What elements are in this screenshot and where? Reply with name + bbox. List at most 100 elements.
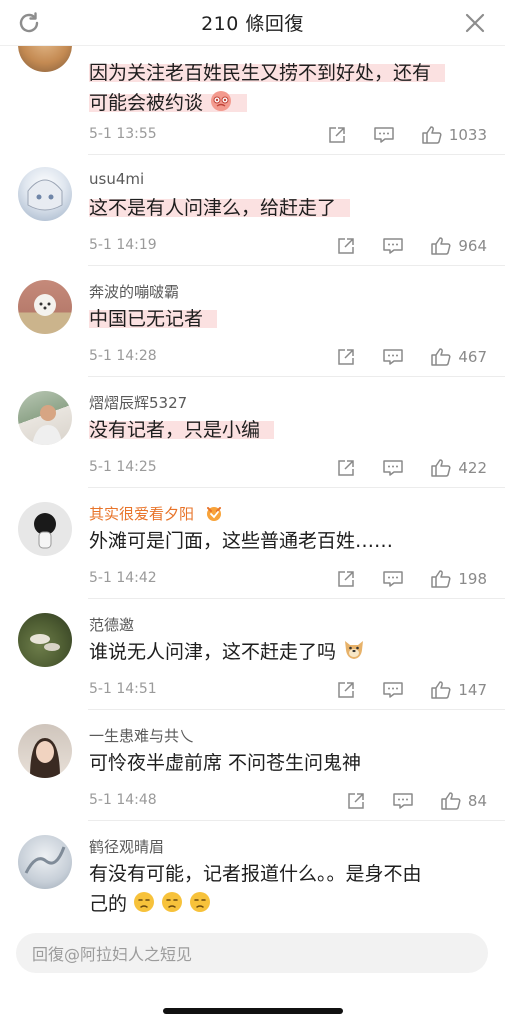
comment-text-line: 中国已无记者	[89, 308, 218, 330]
avatar[interactable]	[18, 724, 72, 778]
avatar[interactable]	[18, 46, 72, 72]
comment-icon	[383, 460, 404, 476]
comment-item: 其实很爱看夕阳 外滩可是门面，这些普通老百姓…… 5-1 14:42 198	[0, 488, 505, 599]
avatar[interactable]	[18, 613, 72, 667]
sad-face-emoji	[134, 892, 155, 912]
like-count: 1033	[448, 126, 487, 144]
comment-text: 可怜夜半虚前席 不问苍生问鬼神	[89, 752, 362, 774]
comment-time: 5-1 13:55	[89, 126, 157, 142]
like-button[interactable]: 147	[430, 680, 487, 700]
reply-footer: 回復@阿拉妇人之短见	[0, 923, 505, 1024]
refresh-icon[interactable]	[16, 10, 42, 36]
avatar[interactable]	[18, 835, 72, 889]
comment-text: 己的	[89, 889, 211, 919]
share-button[interactable]	[336, 236, 356, 256]
comment-text: 这不是有人问津么，给赶走了	[89, 193, 351, 223]
username-text: 其实很爱看夕阳	[89, 505, 195, 523]
thumbs-up-icon	[431, 681, 451, 699]
angry-face-emoji	[211, 91, 232, 111]
username[interactable]: 奔波的嘣啵霸	[89, 281, 179, 302]
like-count: 467	[458, 348, 487, 366]
share-icon	[338, 460, 355, 476]
like-count: 147	[458, 681, 487, 699]
comment-button[interactable]	[392, 791, 414, 811]
share-icon	[338, 238, 355, 254]
username[interactable]: usu4mi	[89, 170, 144, 188]
thumbs-up-icon	[422, 126, 442, 144]
comment-button[interactable]	[382, 680, 404, 700]
avatar[interactable]	[18, 280, 72, 334]
comment-item: 奔波的嘣啵霸 中国已无记者 5-1 14:28 467	[0, 266, 505, 377]
doge-emoji	[345, 641, 364, 659]
username[interactable]: 熠熠辰辉5327	[89, 392, 187, 413]
comment-button[interactable]	[382, 458, 404, 478]
avatar[interactable]	[18, 502, 72, 556]
comment-time: 5-1 14:48	[89, 792, 157, 808]
comment-text-line: 可能会被约谈	[89, 91, 248, 114]
comment-text: 外滩可是门面，这些普通老百姓……	[89, 530, 394, 552]
username[interactable]: 一生患难与共乀	[89, 725, 194, 746]
share-button[interactable]	[327, 125, 347, 145]
comment-text-content: 己的	[89, 893, 128, 915]
like-button[interactable]: 1033	[421, 125, 487, 145]
comment-button[interactable]	[373, 125, 395, 145]
comment-actions: 84	[320, 789, 487, 813]
share-button[interactable]	[346, 791, 366, 811]
comment-text: 没有记者，只是小编	[89, 415, 275, 445]
page-title: 210 條回復	[201, 13, 304, 35]
comment-item: usu4mi 这不是有人问津么，给赶走了 5-1 14:19 964	[0, 155, 505, 266]
comment-actions: 467	[310, 345, 487, 369]
comment-button[interactable]	[382, 236, 404, 256]
comment-icon	[393, 793, 413, 809]
avatar[interactable]	[18, 391, 72, 445]
comment-text-line: 没有记者，只是小编	[89, 419, 275, 441]
share-icon	[348, 793, 364, 809]
like-count: 198	[458, 570, 487, 588]
comment-actions: 198	[310, 567, 487, 591]
comment-text: 因为关注老百姓民生又捞不到好处，还有	[89, 58, 446, 88]
comment-icon	[374, 127, 394, 143]
comment-item: 范德邀 谁说无人问津，这不赶走了吗 5-1 14:51 147	[0, 599, 505, 710]
comment-text-content: 谁说无人问津，这不赶走了吗	[89, 641, 337, 663]
share-button[interactable]	[336, 347, 356, 367]
share-button[interactable]	[336, 458, 356, 478]
reply-input[interactable]: 回復@阿拉妇人之短见	[16, 933, 488, 973]
avatar-art	[30, 738, 60, 778]
avatar-art	[34, 294, 56, 316]
comment-text-line-content: 可能会被约谈	[89, 92, 204, 114]
like-count: 422	[458, 459, 487, 477]
comment-time: 5-1 14:25	[89, 459, 157, 475]
comment-text: 中国已无记者	[89, 304, 218, 334]
sad-face-emoji	[190, 892, 211, 912]
avatar-art	[27, 179, 63, 211]
share-button[interactable]	[336, 569, 356, 589]
comment-list[interactable]: 因为关注老百姓民生又捞不到好处，还有 可能会被约谈 5-1 13:55 1033…	[0, 46, 505, 923]
comment-button[interactable]	[382, 569, 404, 589]
comment-text: 谁说无人问津，这不赶走了吗	[89, 637, 366, 667]
share-icon	[329, 127, 345, 143]
thumbs-up-icon	[431, 459, 451, 477]
avatar[interactable]	[18, 167, 72, 221]
like-button[interactable]: 467	[430, 347, 487, 367]
avatar-art	[30, 634, 60, 651]
close-icon[interactable]	[463, 11, 487, 35]
username[interactable]: 范德邀	[89, 614, 134, 635]
comment-item: 一生患难与共乀 可怜夜半虚前席 不问苍生问鬼神 5-1 14:48 84	[0, 710, 505, 821]
comment-text: 可能会被约谈	[89, 88, 248, 118]
home-indicator[interactable]	[163, 1008, 343, 1014]
share-button[interactable]	[336, 680, 356, 700]
username[interactable]: 其实很爱看夕阳	[89, 503, 225, 524]
like-button[interactable]: 964	[430, 236, 487, 256]
comment-button[interactable]	[382, 347, 404, 367]
comment-icon	[383, 571, 404, 587]
like-count: 964	[458, 237, 487, 255]
like-button[interactable]: 84	[440, 791, 487, 811]
like-button[interactable]: 198	[430, 569, 487, 589]
avatar-art	[32, 405, 62, 445]
comment-time: 5-1 14:28	[89, 348, 157, 364]
thumbs-up-icon	[431, 237, 451, 255]
username[interactable]: 鹤径观晴眉	[89, 836, 164, 857]
like-button[interactable]: 422	[430, 458, 487, 478]
comment-text-line: 因为关注老百姓民生又捞不到好处，还有	[89, 62, 446, 84]
comment-actions: 147	[310, 678, 487, 702]
